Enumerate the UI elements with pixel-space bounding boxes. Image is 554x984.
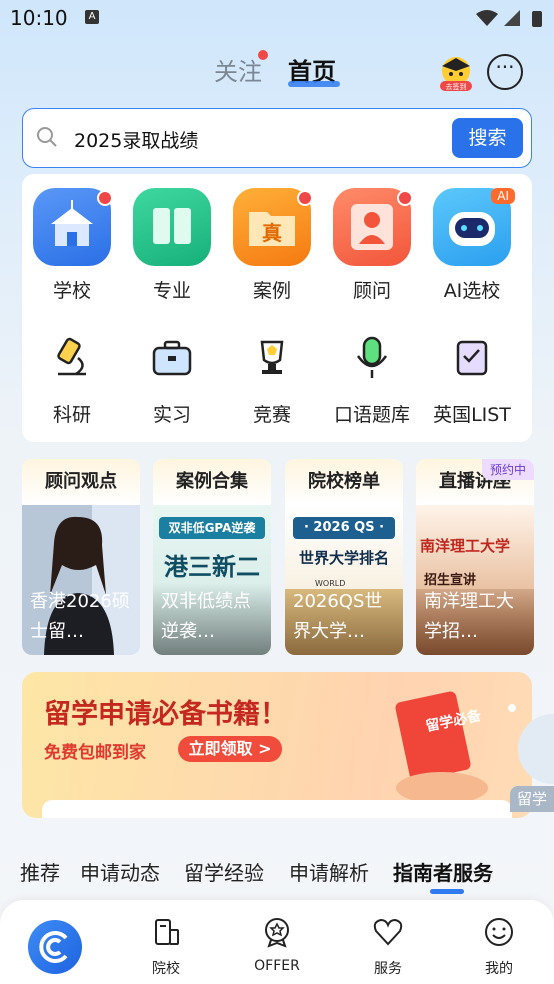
nav-schools[interactable]: 院校: [126, 916, 206, 978]
cases-badge-dot: [297, 190, 313, 206]
reservation-badge: 预约中: [481, 459, 534, 480]
grid-item-label: 专业: [152, 280, 191, 302]
grid-item-label: 案例: [252, 280, 291, 302]
grid-item-ai-select[interactable]: AI AI选校: [422, 188, 522, 303]
nav-services[interactable]: 服务: [348, 916, 428, 978]
cat-tab-indicator: [430, 889, 464, 894]
grid-item-competition[interactable]: 竞赛: [222, 334, 322, 427]
search-input[interactable]: 2025录取战绩: [74, 126, 198, 153]
card-advisor-views[interactable]: 顾问观点 香港2026硕士留…: [22, 459, 140, 655]
card-caption: 2026QS世界大学…: [293, 591, 383, 642]
battery-icon: [532, 11, 542, 27]
banner-book-illustration: 留学必备: [395, 691, 516, 804]
advisor-badge-dot: [397, 190, 413, 206]
cases-glyph: 真: [262, 221, 282, 245]
wifi-icon: [476, 10, 498, 26]
card-caption: 南洋理工大学招…: [424, 591, 514, 642]
nav-label: OFFER: [254, 958, 300, 974]
banner-title: 留学申请必备书籍！: [44, 699, 287, 730]
grid-item-speaking[interactable]: 口语题库: [322, 334, 422, 427]
checkin-button[interactable]: 去签到: [436, 54, 476, 92]
award-icon: [265, 918, 289, 948]
grid-item-label: 实习: [152, 404, 191, 426]
follow-badge-dot: [258, 50, 268, 60]
grid-item-label: 英国LIST: [433, 404, 511, 426]
grid-item-major[interactable]: 专业: [122, 188, 222, 303]
card-school-ranking[interactable]: 院校榜单 · 2026 QS · 世界大学排名 WORLD 2026QS世界大学…: [285, 459, 403, 655]
nav-offer[interactable]: OFFER: [237, 916, 317, 974]
search-button[interactable]: 搜索: [452, 118, 523, 158]
robot-icon: AI: [433, 188, 515, 266]
card-title: 院校榜单: [285, 459, 403, 505]
card-case-collection[interactable]: 案例合集 双非低GPA逆袭 港三新二 双非低绩点逆袭…: [153, 459, 271, 655]
cat-tab-study-experience[interactable]: 留学经验: [184, 857, 264, 886]
nav-label: 院校: [152, 961, 180, 977]
grid-item-advisor[interactable]: 顾问: [322, 188, 422, 303]
notification-icon: A: [85, 10, 99, 24]
status-time: 10:10: [10, 6, 68, 30]
grid-item-label: 竞赛: [252, 404, 291, 426]
card-image-tag: · 2026 QS ·: [293, 517, 395, 539]
grid-item-label: 口语题库: [333, 404, 410, 426]
school-badge-dot: [97, 190, 113, 206]
banner-lower-strip: [42, 800, 512, 818]
checkin-label: 去签到: [446, 82, 467, 91]
grid-item-label: 顾问: [352, 280, 391, 302]
banner-subtitle: 免费包邮到家: [44, 743, 146, 763]
nav-label: 我的: [485, 961, 513, 977]
grid-item-cases[interactable]: 真 案例: [222, 188, 322, 303]
cat-tab-guide-service[interactable]: 指南者服务: [393, 857, 493, 886]
card-image-headline: 港三新二: [164, 553, 260, 581]
floating-avatar-label[interactable]: 留学: [510, 786, 554, 812]
school-icon: [33, 188, 113, 266]
microscope-icon: [57, 337, 86, 376]
checklist-icon: [456, 340, 488, 376]
card-title: 顾问观点: [22, 459, 140, 505]
ai-badge: AI: [491, 188, 515, 204]
briefcase-icon: [152, 340, 192, 376]
grid-item-school[interactable]: 学校: [22, 188, 122, 303]
search-icon: [37, 127, 57, 147]
status-icons: [476, 10, 542, 27]
tab-home-indicator: [288, 81, 340, 87]
status-bar: [0, 0, 554, 36]
advisor-icon: [333, 188, 413, 266]
smiley-icon: [485, 918, 513, 946]
card-image-tag: 双非低GPA逆袭: [159, 517, 265, 539]
microphone-icon: [356, 336, 388, 378]
card-image-headline: 世界大学排名: [298, 549, 389, 567]
tab-follow[interactable]: 关注: [214, 52, 262, 87]
cat-tab-recommend[interactable]: 推荐: [20, 857, 60, 886]
grid-item-internship[interactable]: 实习: [122, 334, 222, 427]
card-caption: 双非低绩点逆袭…: [161, 591, 251, 642]
banner-cta-button[interactable]: 立即领取 >: [178, 736, 282, 762]
grid-item-label: 科研: [52, 404, 91, 426]
grid-item-label: 学校: [52, 280, 91, 302]
trophy-icon: [260, 340, 284, 374]
card-image-headline: 南洋理工大学: [420, 537, 511, 555]
nav-profile[interactable]: 我的: [459, 916, 539, 978]
book-icon: [133, 188, 211, 266]
nav-label: 服务: [374, 961, 402, 977]
nav-home-button[interactable]: [28, 920, 82, 974]
heart-icon: [373, 918, 403, 946]
cat-tab-application-analysis[interactable]: 申请解析: [289, 857, 369, 886]
message-icon[interactable]: ···: [487, 54, 523, 90]
card-caption: 香港2026硕士留…: [30, 591, 130, 642]
signal-icon: [504, 10, 520, 26]
card-image-sub: 招生宣讲: [424, 573, 477, 588]
home-logo-icon: [39, 931, 68, 963]
cat-tab-application-news[interactable]: 申请动态: [80, 857, 160, 886]
card-title: 案例合集: [153, 459, 271, 505]
card-live-lecture[interactable]: 直播讲座 预约中 南洋理工大学 招生宣讲 南洋理工大学招…: [416, 459, 534, 655]
grid-item-research[interactable]: 科研: [22, 334, 122, 427]
grid-item-uk-list[interactable]: 英国LIST: [422, 334, 522, 427]
folder-icon: 真: [233, 188, 313, 266]
grid-item-label: AI选校: [443, 280, 501, 302]
school-building-icon: [155, 919, 179, 945]
